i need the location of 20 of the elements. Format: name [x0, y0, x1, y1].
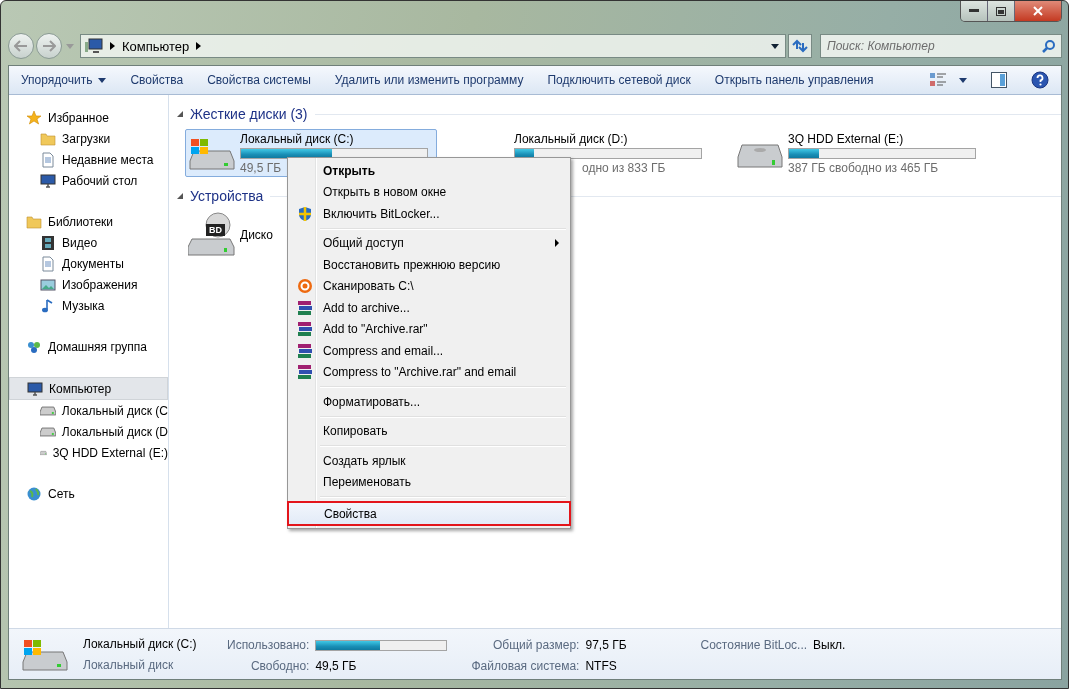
property-label: Общий размер: — [492, 638, 580, 652]
property-label: Свободно: — [249, 659, 310, 673]
free-space-text: 387 ГБ свободно из 465 ГБ — [788, 160, 939, 175]
drive-name: Локальный диск (C:) — [83, 636, 198, 651]
property-value: NTFS — [585, 659, 618, 673]
property-value: Выкл. — [813, 638, 846, 652]
property-value: 97,5 ГБ — [585, 638, 627, 652]
property-label: Файловая система: — [471, 659, 580, 673]
drive-name: 3Q HDD External (E:) — [788, 131, 904, 146]
drive-name: Диско — [240, 228, 273, 242]
property-label: Использовано: — [227, 638, 310, 652]
drive-name: Локальный диск (D:) — [514, 131, 628, 146]
property-label: Состояние BitLoc... — [700, 638, 808, 652]
drive-name: Локальный диск (C:) — [240, 131, 354, 146]
free-space-text: одно из 833 ГБ — [581, 160, 666, 175]
group-header: Устройства — [190, 188, 264, 204]
group-header: Жесткие диски (3) — [190, 106, 308, 122]
property-value: 49,5 ГБ — [315, 659, 358, 673]
free-space-text: 49,5 ГБ — [240, 160, 282, 175]
drive-type: Локальный диск — [83, 657, 175, 672]
